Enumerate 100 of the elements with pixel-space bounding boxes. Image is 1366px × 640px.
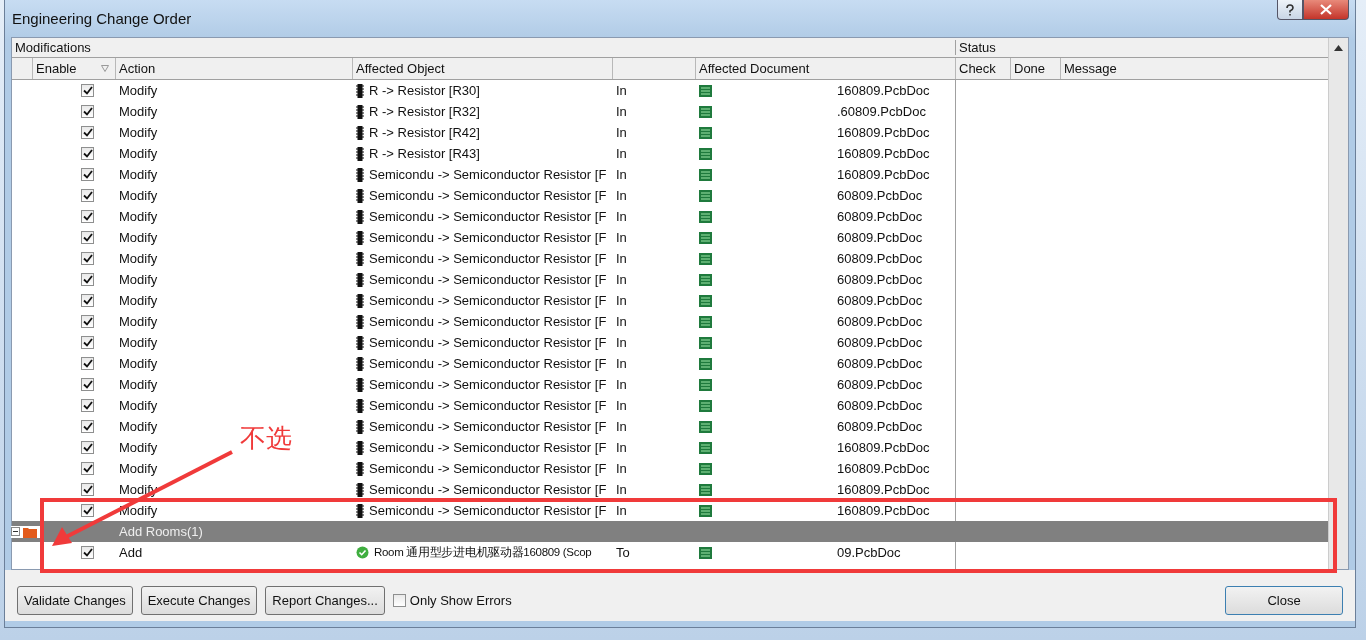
checkbox-label[interactable]: Only Show Errors: [409, 592, 512, 608]
enable-checkbox[interactable]: [81, 315, 94, 329]
column-header[interactable]: Affected Object: [356, 61, 445, 77]
table-cell: Semicondu -> Semiconductor Resistor [F: [369, 251, 607, 267]
action-button[interactable]: Validate Changes: [17, 585, 133, 615]
table-cell: 09.PcbDoc: [837, 545, 901, 561]
table-cell: In: [616, 335, 627, 351]
enable-checkbox[interactable]: [81, 378, 94, 392]
enable-checkbox[interactable]: [81, 273, 94, 287]
table-cell: Add: [119, 545, 143, 561]
chip-icon: [356, 503, 364, 518]
enable-checkbox[interactable]: [81, 546, 94, 560]
close-dialog-button[interactable]: Close: [1225, 585, 1343, 615]
table-cell: .60809.PcbDoc: [837, 104, 926, 120]
table-cell: R -> Resistor [R42]: [369, 125, 480, 141]
section-header: Modifications: [14, 40, 92, 56]
enable-checkbox[interactable]: [81, 231, 94, 245]
table-cell: In: [616, 440, 627, 456]
close-icon: [1320, 4, 1332, 15]
column-header[interactable]: Enable: [36, 61, 77, 77]
table-cell: Modify: [119, 83, 158, 99]
annotation-label: 不选: [240, 424, 292, 453]
enable-checkbox[interactable]: [81, 462, 94, 476]
chip-icon: [356, 398, 364, 413]
table-cell: Semicondu -> Semiconductor Resistor [F: [369, 209, 607, 225]
table-cell: Semicondu -> Semiconductor Resistor [F: [369, 230, 607, 246]
table-cell: Semicondu -> Semiconductor Resistor [F: [369, 461, 607, 477]
table-cell: Semicondu -> Semiconductor Resistor [F: [369, 335, 607, 351]
pcb-document-icon: [699, 315, 712, 328]
table-cell: 160809.PcbDoc: [837, 482, 930, 498]
enable-checkbox[interactable]: [81, 168, 94, 182]
chip-icon: [356, 293, 364, 308]
table-cell: Modify: [119, 377, 158, 393]
enable-checkbox[interactable]: [81, 420, 94, 434]
enable-checkbox[interactable]: [81, 84, 94, 98]
pcb-document-icon: [699, 231, 712, 244]
scrollbar[interactable]: [1328, 38, 1348, 569]
enable-checkbox[interactable]: [81, 357, 94, 371]
close-button[interactable]: [1303, 0, 1349, 20]
column-header[interactable]: Check: [959, 61, 996, 77]
table-cell: In: [616, 125, 627, 141]
table-cell: 160809.PcbDoc: [837, 125, 930, 141]
enable-checkbox[interactable]: [81, 126, 94, 140]
table-cell: Modify: [119, 398, 158, 414]
table-cell: Modify: [119, 167, 158, 183]
chip-icon: [356, 104, 364, 119]
table-cell: Semicondu -> Semiconductor Resistor [F: [369, 377, 607, 393]
enable-checkbox[interactable]: [81, 441, 94, 455]
enable-checkbox[interactable]: [81, 147, 94, 161]
enable-checkbox[interactable]: [81, 210, 94, 224]
enable-checkbox[interactable]: [81, 105, 94, 119]
table-cell: Semicondu -> Semiconductor Resistor [F: [369, 188, 607, 204]
pcb-document-icon: [699, 462, 712, 475]
table-cell: In: [616, 83, 627, 99]
check-circle-icon: [356, 546, 369, 560]
pcb-document-icon: [699, 420, 712, 433]
pcb-document-icon: [699, 441, 712, 454]
table-cell: In: [616, 377, 627, 393]
chip-icon: [356, 440, 364, 455]
table-cell: R -> Resistor [R32]: [369, 104, 480, 120]
table-cell: Modify: [119, 230, 158, 246]
column-header[interactable]: Done: [1014, 61, 1046, 77]
enable-checkbox[interactable]: [81, 483, 94, 497]
checkbox[interactable]: [392, 593, 406, 607]
enable-checkbox[interactable]: [81, 294, 94, 308]
enable-checkbox[interactable]: [81, 252, 94, 266]
pcb-document-icon: [699, 210, 712, 223]
column-header[interactable]: Message: [1064, 61, 1117, 77]
table-cell: 60809.PcbDoc: [837, 209, 923, 225]
collapse-icon[interactable]: [11, 527, 20, 537]
action-button[interactable]: Report Changes...: [265, 585, 385, 615]
table-cell: R -> Resistor [R43]: [369, 146, 480, 162]
table-cell: In: [616, 146, 627, 162]
table-cell: Modify: [119, 314, 158, 330]
enable-checkbox[interactable]: [81, 189, 94, 203]
table-cell: In: [616, 293, 627, 309]
chip-icon: [356, 83, 364, 98]
table-cell: 60809.PcbDoc: [837, 356, 923, 372]
table-cell: Semicondu -> Semiconductor Resistor [F: [369, 167, 607, 183]
chip-icon: [356, 146, 364, 161]
column-header[interactable]: Action: [119, 61, 156, 77]
table-cell: 60809.PcbDoc: [837, 293, 923, 309]
table-cell: Semicondu -> Semiconductor Resistor [F: [369, 314, 607, 330]
enable-checkbox[interactable]: [81, 504, 94, 518]
pcb-document-icon: [699, 273, 712, 286]
table-cell: In: [616, 356, 627, 372]
chip-icon: [356, 335, 364, 350]
pcb-document-icon: [699, 546, 712, 559]
enable-checkbox[interactable]: [81, 336, 94, 350]
action-button[interactable]: Execute Changes: [140, 585, 258, 615]
pcb-document-icon: [699, 483, 712, 496]
column-header[interactable]: Affected Document: [699, 61, 810, 77]
table-cell: 60809.PcbDoc: [837, 230, 923, 246]
table-cell: Modify: [119, 104, 158, 120]
scroll-up-icon[interactable]: [1334, 45, 1343, 52]
table-cell: Modify: [119, 125, 158, 141]
pcb-document-icon: [699, 504, 712, 517]
help-icon: [1285, 3, 1295, 16]
enable-checkbox[interactable]: [81, 399, 94, 413]
help-button[interactable]: [1277, 0, 1303, 20]
